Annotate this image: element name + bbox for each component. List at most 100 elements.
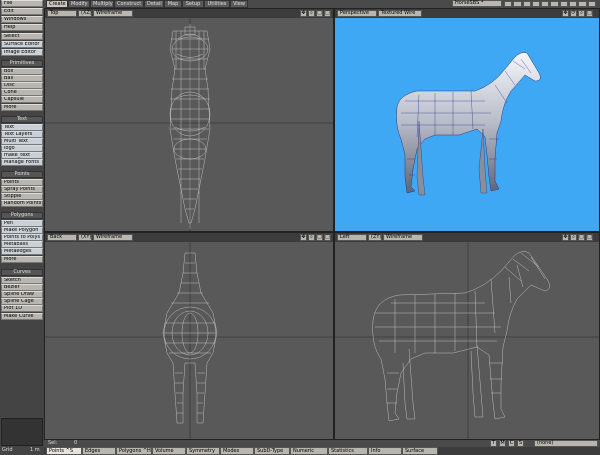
tab-setup[interactable]: Setup [182,0,204,8]
primitives-more-button[interactable]: More [1,104,43,111]
layer-button[interactable] [559,1,569,7]
spray-points-button[interactable]: Spray Points [1,186,43,193]
text-header: Text [1,116,43,123]
subd-type-tab[interactable]: SubD-Type [254,447,290,455]
symmetry-label: Symmetry [189,448,215,454]
primitives-header: Primitives [1,60,43,67]
tab-map[interactable]: Map [164,0,182,8]
make-polygon-button[interactable]: Make Polygon [1,227,43,234]
pen-button[interactable]: Pen [1,220,43,227]
help-menu-label: Help [4,24,16,30]
symmetry-tab[interactable]: Symmetry [186,447,220,455]
layer-button[interactable] [541,1,550,7]
tab-construct[interactable]: Construct [114,0,144,8]
disc-button[interactable]: Disc [1,82,43,89]
spline-cage-button[interactable]: Spline Cage [1,298,43,305]
image-editor-button[interactable]: Image Editor [1,49,43,56]
tab-view[interactable]: View [230,0,248,8]
edges-mode-tab[interactable]: Edges [82,447,116,455]
help-menu[interactable]: Help [1,24,43,31]
selection-label: Sel: [48,440,58,446]
tab-utilities[interactable]: Utilities [204,0,230,8]
layer-button[interactable] [513,1,522,7]
grid-label: Grid [2,447,13,453]
top-viewport[interactable]: Top (XZ) Wireframe ✥ ⌕ ▢ □ [44,8,334,232]
points-mode-tab[interactable]: Points ^S [46,447,82,455]
cone-button[interactable]: Cone [1,89,43,96]
polygons-more-button[interactable]: More [1,256,43,263]
select-menu-label: Select [4,33,20,39]
layer-button[interactable] [569,1,578,7]
polygons-mode-shortcut: ^H [142,448,151,454]
points-mode-shortcut: ^S [65,448,73,454]
metaedges-button[interactable]: Metaedges [1,248,43,255]
points-button[interactable]: Points [1,179,43,186]
text-button[interactable]: Text [1,124,43,131]
random-points-button[interactable]: Random Points [1,200,43,207]
layer-button[interactable] [550,1,559,7]
modeler-window: Create Modify Multiply Construct Detail … [0,0,600,455]
layer-button[interactable] [578,1,587,7]
numeric-tab[interactable]: Numeric [290,447,328,455]
modes-tab[interactable]: Modes [220,447,254,455]
info-tab[interactable]: Info [368,447,402,455]
shaded-horse-model [396,52,541,196]
bezier-button[interactable]: Bezier [1,284,43,291]
layer-button[interactable] [531,1,541,7]
box-button[interactable]: Box [1,68,43,75]
tab-detail[interactable]: Detail [144,0,164,8]
select-menu[interactable]: Select [1,33,43,40]
curves-header: Curves [1,269,43,276]
left-viewport[interactable]: Left (ZY) Wireframe ✥ ⌕ ▢ □ [334,232,600,440]
logo-button[interactable]: logo [1,145,43,152]
layer-button[interactable] [504,1,513,7]
points-to-polys-button[interactable]: Points to Polys [1,234,43,241]
side-wireframe [335,242,599,439]
make-text-button[interactable]: make_text [1,152,43,159]
windows-menu-label: Windows [4,16,27,22]
mode-button-s[interactable]: S [517,440,524,447]
info-label: Info [371,448,381,454]
top-menu-bar: Create Modify Multiply Construct Detail … [0,0,600,8]
spline-draw-button[interactable]: Spline Draw [1,291,43,298]
surface-editor-button[interactable]: Surface Editor [1,41,43,48]
surface-label: Surface [405,448,425,454]
edges-mode-label: Edges [85,448,101,454]
bottom-mode-bar: Points ^S Edges Polygons ^H Volume Symme… [44,447,600,455]
capsule-button[interactable]: Capsule [1,96,43,103]
volume-tab[interactable]: Volume [152,447,186,455]
stipple-button[interactable]: Stipple [1,193,43,200]
make-curve-button[interactable]: Make Curve [1,313,43,320]
perspective-viewport[interactable]: Perspective Textured Wire ✥ ⟳ ⌕ □ [334,8,600,232]
edit-menu-label: Edit [4,8,14,14]
mode-button-m[interactable]: M [499,440,506,447]
mode-button-t[interactable]: T [490,440,497,447]
scene-name-field[interactable]: HorseSBS * [452,0,502,7]
mode-button-c[interactable]: C [508,440,515,447]
metaballs-button[interactable]: Metaballs [1,241,43,248]
edit-menu[interactable]: Edit [1,8,43,15]
top-wireframe [45,18,333,231]
text-layers-button[interactable]: Text Layers [1,131,43,138]
back-viewport[interactable]: Back (XY) Wireframe ✥ ⌕ ▢ □ [44,232,334,440]
layer-button[interactable] [522,1,531,7]
tab-modify[interactable]: Modify [68,0,90,8]
multi-text-button[interactable]: Multi Text [1,138,43,145]
layer-button[interactable] [587,1,596,7]
ball-button[interactable]: Ball [1,75,43,82]
back-wireframe [45,242,333,439]
windows-menu[interactable]: Windows [1,16,43,23]
polygons-mode-tab[interactable]: Polygons ^H [116,447,152,455]
numeric-label: Numeric [293,448,315,454]
sketch-button[interactable]: Sketch [1,277,43,284]
tab-multiply[interactable]: Multiply [90,0,114,8]
plot-1d-button[interactable]: Plot 1D [1,305,43,312]
tab-create[interactable]: Create [46,0,68,8]
surface-tab[interactable]: Surface [402,447,438,455]
file-menu[interactable]: File [1,0,43,7]
statistics-tab[interactable]: Statistics [328,447,368,455]
surface-select[interactable]: (none) [534,440,598,447]
modes-label: Modes [223,448,240,454]
manage-fonts-button[interactable]: Manage Fonts [1,159,43,166]
file-menu-label: File [4,0,13,6]
